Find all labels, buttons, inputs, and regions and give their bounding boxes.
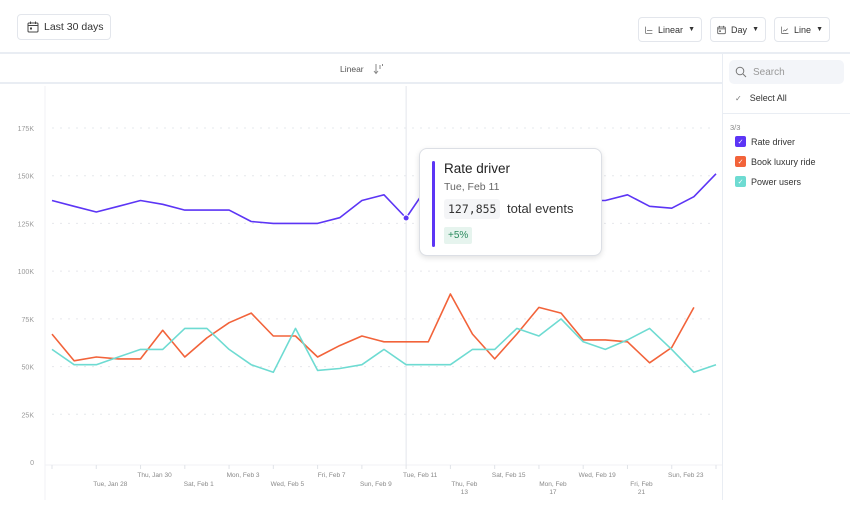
caret-down-icon: ▼ xyxy=(688,26,695,33)
x-tick-label-line: 13 xyxy=(461,489,469,496)
x-tick-label-line: Sat, Feb 15 xyxy=(492,472,526,479)
y-tick-label: 25K xyxy=(22,412,35,419)
chart-subbar: Linear xyxy=(0,56,722,84)
y-axis: 0 25K 50K 75K 100K 125K 150K 175K xyxy=(18,126,35,467)
top-toolbar: Last 30 days Linear ▼ Day ▼ Line ▼ xyxy=(0,0,850,54)
legend-sidebar: Search ✓ Select All 3/3 ✓ Rate driver ✓ … xyxy=(723,56,850,500)
x-tick-label-line: Thu, Feb xyxy=(451,481,477,488)
y-tick-label: 0 xyxy=(30,460,34,467)
y-tick-label: 100K xyxy=(18,269,35,276)
y-tick-label: 50K xyxy=(22,365,35,372)
tooltip-title: Rate driver xyxy=(444,161,511,176)
hover-point xyxy=(402,214,410,222)
x-tick-label-line: Wed, Feb 19 xyxy=(579,472,616,479)
caret-down-icon: ▼ xyxy=(816,26,823,33)
series-line-book-luxury-ride xyxy=(51,293,695,364)
x-tick-label: Tue, Feb 11 xyxy=(403,472,438,479)
scale-dropdown[interactable]: Linear ▼ xyxy=(638,17,702,42)
legend-label: Book luxury ride xyxy=(751,156,816,167)
calendar-icon xyxy=(717,25,726,34)
chart-type-label: Line xyxy=(794,24,812,35)
time-unit-dropdown[interactable]: Day ▼ xyxy=(710,17,766,42)
x-tick-label-line: Fri, Feb xyxy=(630,481,653,488)
search-placeholder: Search xyxy=(753,66,785,78)
x-tick-label: Fri, Feb 21 xyxy=(630,481,653,496)
legend-item-book-luxury-ride[interactable]: ✓ Book luxury ride xyxy=(735,156,816,167)
x-tick-label: Thu, Feb 13 xyxy=(451,481,477,496)
x-tick-label-line: Fri, Feb 7 xyxy=(318,472,346,479)
checkbox-icon[interactable]: ✓ xyxy=(735,136,746,147)
chart-area: 0 25K 50K 75K 100K 125K 150K 175K Tue, Jan 28 Th… xyxy=(0,86,722,500)
select-all-button[interactable]: ✓ Select All xyxy=(735,93,787,103)
date-range-button[interactable]: Last 30 days xyxy=(17,14,111,40)
grid xyxy=(44,86,716,500)
tooltip-unit: total events xyxy=(507,201,574,216)
x-tick-label-line: Sun, Feb 9 xyxy=(360,481,392,488)
legend-label: Rate driver xyxy=(751,136,796,147)
search-icon xyxy=(735,66,747,78)
x-tick-label: Wed, Feb 19 xyxy=(579,472,616,479)
x-tick-label-line: Sun, Feb 23 xyxy=(668,472,704,479)
tooltip-value: 127,855 xyxy=(444,199,501,219)
x-tick-label: Mon, Feb 17 xyxy=(539,481,567,496)
line-chart: 0 25K 50K 75K 100K 125K 150K 175K Tue, Jan 28 Th… xyxy=(18,86,722,500)
chart-type-dropdown[interactable]: Line ▼ xyxy=(774,17,830,42)
time-unit-label: Day xyxy=(731,24,748,35)
y-tick-label: 75K xyxy=(22,317,35,324)
tooltip-color-bar xyxy=(432,161,435,247)
x-tick-label: Wed, Feb 5 xyxy=(271,481,305,488)
checkbox-icon[interactable]: ✓ xyxy=(735,176,746,187)
x-tick-label-line: Tue, Feb 11 xyxy=(403,472,438,479)
y-tick-label: 150K xyxy=(18,174,35,181)
caret-down-icon: ▼ xyxy=(752,26,759,33)
selection-count: 3/3 xyxy=(730,123,741,132)
sort-icon[interactable] xyxy=(373,63,385,75)
series xyxy=(51,173,717,374)
x-tick-label-line: Thu, Jan 30 xyxy=(137,472,172,479)
checkbox-icon[interactable]: ✓ xyxy=(735,156,746,167)
x-tick-label: Mon, Feb 3 xyxy=(227,472,260,479)
chart-tooltip: Rate driver Tue, Feb 11 127,855 total ev… xyxy=(419,148,602,256)
line-chart-icon xyxy=(781,26,789,34)
legend-item-rate-driver[interactable]: ✓ Rate driver xyxy=(735,136,795,147)
x-tick-label-line: Mon, Feb 3 xyxy=(227,472,260,479)
scale-indicator: Linear xyxy=(340,64,364,74)
x-tick-label: Fri, Feb 7 xyxy=(318,472,346,479)
x-tick-label: Sat, Feb 1 xyxy=(184,481,214,488)
legend-item-power-users[interactable]: ✓ Power users xyxy=(735,176,801,187)
y-tick-label: 125K xyxy=(18,221,35,228)
x-tick-label: Sat, Feb 15 xyxy=(492,472,526,479)
scale-label: Linear xyxy=(658,24,684,35)
sidebar-divider-h xyxy=(723,113,850,114)
x-tick-label: Tue, Jan 28 xyxy=(93,481,127,488)
check-icon: ✓ xyxy=(735,93,742,103)
x-tick-label-line: 17 xyxy=(549,489,557,496)
calendar-icon xyxy=(27,21,39,33)
search-input[interactable]: Search xyxy=(729,60,844,84)
date-range-label: Last 30 days xyxy=(44,21,104,33)
x-tick-label-line: 21 xyxy=(638,489,646,496)
x-tick-label: Sun, Feb 23 xyxy=(668,472,704,479)
x-tick-label-line: Wed, Feb 5 xyxy=(271,481,305,488)
tooltip-date: Tue, Feb 11 xyxy=(444,181,500,193)
x-tick-label: Thu, Jan 30 xyxy=(137,472,172,479)
tooltip-delta-badge: +5% xyxy=(444,227,473,244)
x-tick-label: Sun, Feb 9 xyxy=(360,481,392,488)
select-all-label: Select All xyxy=(749,93,787,103)
x-tick-label-line: Sat, Feb 1 xyxy=(184,481,214,488)
series-line-rate-driver xyxy=(51,173,717,225)
legend-label: Power users xyxy=(751,176,802,187)
x-tick-label-line: Tue, Jan 28 xyxy=(93,481,127,488)
axis-icon xyxy=(645,26,653,34)
y-tick-label: 175K xyxy=(18,126,35,133)
x-tick-label-line: Mon, Feb xyxy=(539,481,567,488)
x-axis: Tue, Jan 28 Thu, Jan 30 Sat, Feb 1 Mon, Feb… xyxy=(45,464,722,496)
